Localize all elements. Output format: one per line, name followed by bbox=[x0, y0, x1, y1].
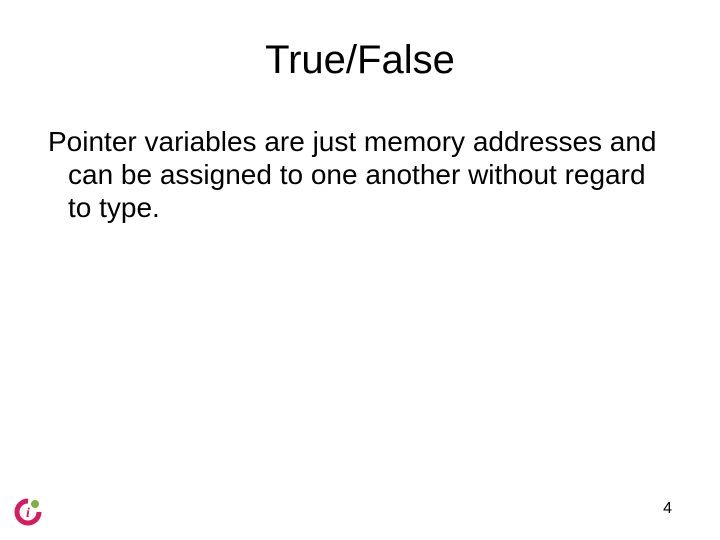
info-icon: i bbox=[14, 498, 42, 526]
slide-body: Pointer variables are just memory addres… bbox=[48, 125, 672, 224]
slide-title: True/False bbox=[48, 38, 672, 83]
slide: True/False Pointer variables are just me… bbox=[0, 0, 720, 540]
svg-text:i: i bbox=[26, 506, 30, 521]
page-number: 4 bbox=[663, 500, 672, 518]
question-text: Pointer variables are just memory addres… bbox=[48, 125, 662, 224]
